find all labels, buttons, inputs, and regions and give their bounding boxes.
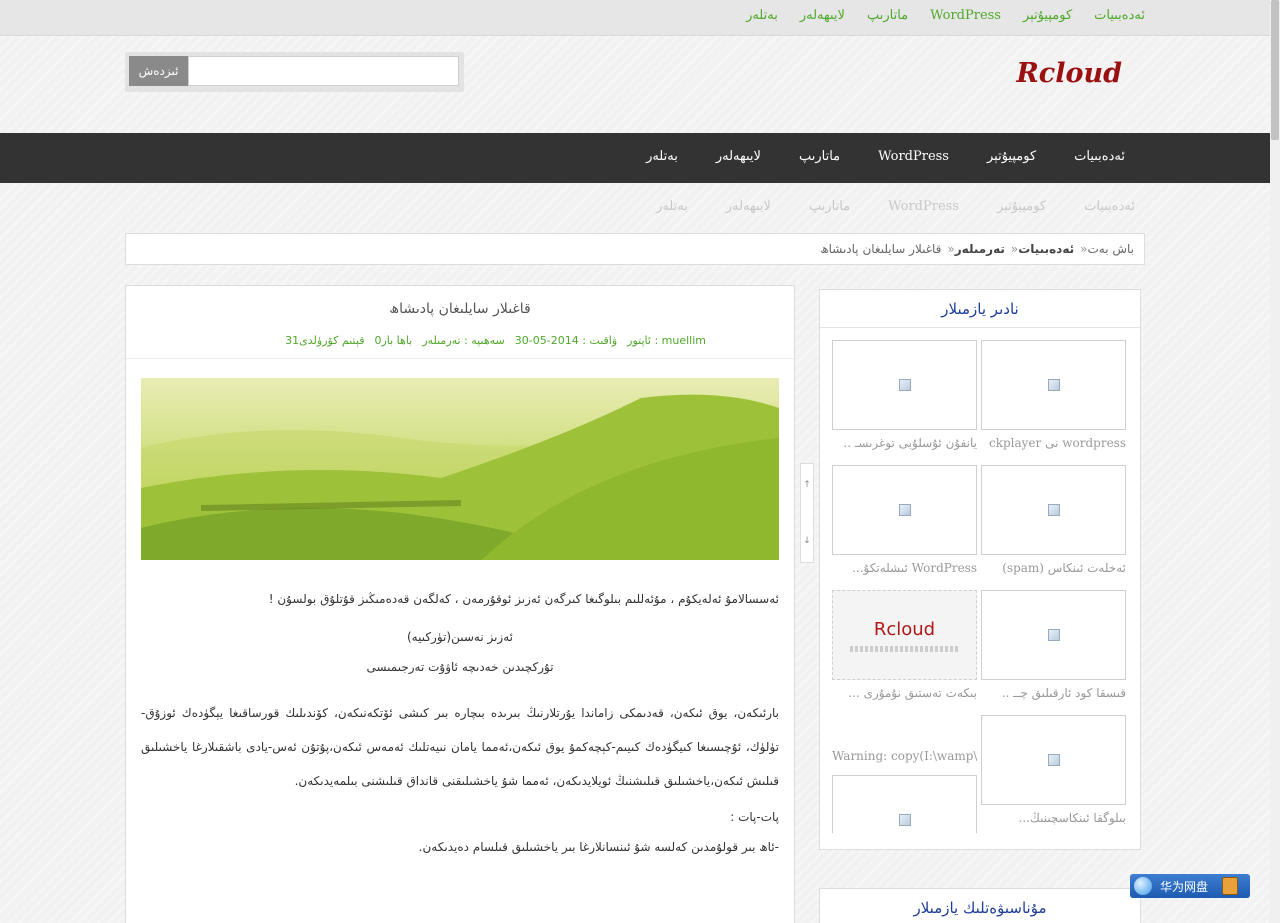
post-paragraph: پات-پات : [730, 810, 779, 824]
search-button[interactable]: ئىزدەش [129, 56, 188, 86]
post-article: قاغىلار سايلىغان پادىشاھ ئاپتور : muelli… [125, 285, 795, 923]
thumbnail-text-lines [849, 645, 960, 652]
thumbnail [832, 775, 977, 833]
broken-image-icon [898, 814, 911, 826]
breadcrumb-home[interactable]: باش بەت [1087, 242, 1134, 256]
top-links: ئەدەبىيات كومپيۇتېر WordPress ماتارىپ لا… [746, 8, 1145, 23]
breadcrumb-separator: » [947, 242, 955, 256]
featured-posts-widget: نادىر يازمىلار wordpress نى ckplayer يان… [819, 289, 1141, 850]
featured-caption: بىكەت تەستىق نۇمۇرى ... [848, 686, 977, 700]
arrow-down-icon[interactable]: ↓ [803, 536, 811, 546]
breadcrumb: باش بەت » ئەدەبىيات » تەرمىلەر » قاغىلار… [125, 233, 1145, 265]
nav-item-computer[interactable]: كومپيۇتېر [987, 149, 1036, 164]
post-subtitle: ئەزىز نەسىن(تۈركىيە) [406, 630, 513, 644]
thumbnail [832, 340, 977, 430]
thumbnail [981, 465, 1126, 555]
search-input[interactable] [188, 56, 459, 86]
featured-item[interactable] [832, 775, 977, 833]
broken-image-icon [1047, 754, 1060, 766]
post-paragraph: -ئاھ بىر قولۇمدىن كەلسە شۇ ئىنسانلارغا ب… [418, 840, 779, 854]
nav-shadow-item: WordPress [888, 199, 959, 214]
thumbnail: Rcloud [832, 590, 977, 680]
arrow-up-icon[interactable]: ↑ [803, 480, 811, 490]
post-views: 31قېتىم كۆرۈلدى [285, 334, 365, 347]
nav-item-wordpress[interactable]: WordPress [878, 149, 949, 164]
scrollbar-thumb[interactable] [1271, 0, 1279, 140]
top-link-literature[interactable]: ئەدەبىيات [1094, 8, 1145, 23]
widget-title: نادىر يازمىلار [820, 290, 1140, 328]
top-link-wordpress[interactable]: WordPress [930, 8, 1001, 23]
top-link-projects[interactable]: لايىھەلەر [800, 8, 845, 23]
post-date: ۋاقىت : 2014-05-30 [514, 334, 618, 347]
post-greeting: ئەسسالامۇ ئەلەيكۇم ، مۇئەللىم بىلوگىغا ك… [268, 592, 779, 606]
thumbnail [981, 590, 1126, 680]
featured-caption: قىسقا كود ئارقىلىق چــ .. [1001, 686, 1126, 700]
post-title: قاغىلار سايلىغان پادىشاھ [389, 301, 531, 317]
breadcrumb-separator: » [1080, 242, 1088, 256]
huawei-cloud-float[interactable]: 华为网盘 [1130, 874, 1250, 898]
featured-caption: WordPress ئىشلەتكۇ... [852, 561, 977, 575]
featured-caption: ئەخلەت ئىنكاس (spam) [1002, 561, 1126, 575]
hills-illustration [141, 394, 779, 560]
featured-item[interactable]: قىسقا كود ئارقىلىق چــ .. [981, 590, 1126, 700]
broken-image-icon [1047, 629, 1060, 641]
document-icon [1222, 877, 1239, 895]
breadcrumb-subcategory[interactable]: تەرمىلەر [955, 242, 1005, 256]
search-box: ئىزدەش [125, 52, 464, 92]
nav-item-literature[interactable]: ئەدەبىيات [1074, 149, 1125, 164]
nav-shadow-item: كومپيۇتېر [996, 199, 1047, 214]
nav-item-projects[interactable]: لايىھەلەر [716, 149, 761, 164]
related-posts-widget-title: مۇناسىۋەتلىك يازمىلار [819, 888, 1141, 923]
main-nav: ئەدەبىيات كومپيۇتېر WordPress ماتارىپ لا… [0, 133, 1270, 183]
nav-shadow-item: بەتلەر [656, 199, 688, 214]
broken-image-icon [898, 504, 911, 516]
nav-item-education[interactable]: ماتارىپ [799, 149, 840, 164]
top-link-pages[interactable]: بەتلەر [746, 8, 778, 23]
top-link-education[interactable]: ماتارىپ [867, 8, 908, 23]
site-logo[interactable]: Rcloud [1016, 58, 1122, 89]
top-link-computer[interactable]: كومپيۇتېر [1023, 8, 1072, 23]
featured-item[interactable]: يانفۇن ئۇسلۇبى توغرىسـ .. [832, 340, 977, 450]
post-author[interactable]: ئاپتور : muellim [627, 334, 706, 347]
featured-item[interactable]: بىلوگقا ئىنكاسچىنىڭ... [981, 715, 1126, 825]
broken-image-icon [898, 379, 911, 391]
breadcrumb-category[interactable]: ئەدەبىيات [1018, 242, 1074, 256]
thumbnail [981, 715, 1126, 805]
featured-caption: بىلوگقا ئىنكاسچىنىڭ... [1018, 811, 1126, 825]
side-scroll-arrows[interactable]: ↑ ↓ [800, 463, 814, 563]
featured-item[interactable]: ئەخلەت ئىنكاس (spam) [981, 465, 1126, 575]
breadcrumb-separator: » [1010, 242, 1019, 256]
nav-shadow-item: لايىھەلەر [725, 199, 771, 214]
featured-grid: wordpress نى ckplayer يانفۇن ئۇسلۇبى توغ… [832, 340, 1126, 833]
post-category[interactable]: سەھىپە : تەرمىلەر [422, 334, 504, 347]
broken-image-icon [1047, 379, 1060, 391]
huawei-logo-icon [1134, 877, 1152, 895]
nav-shadow-item: ماتارىپ [808, 199, 851, 214]
nav-item-pages[interactable]: بەتلەر [646, 149, 678, 164]
post-paragraph: بارئىكەن، يوق ئىكەن، قەدىمكى زاماندا يۇر… [141, 706, 779, 788]
post-banner-image [141, 378, 779, 560]
featured-item[interactable]: Warning: copy(I:\wamp\v [832, 715, 977, 763]
featured-item[interactable]: wordpress نى ckplayer [981, 340, 1126, 450]
thumbnail [832, 465, 977, 555]
featured-caption: يانفۇن ئۇسلۇبى توغرىسـ .. [843, 436, 977, 450]
featured-caption: Warning: copy(I:\wamp\v [832, 749, 977, 763]
featured-caption: wordpress نى ckplayer [988, 436, 1126, 450]
post-content: ئەسسالامۇ ئەلەيكۇم ، مۇئەللىم بىلوگىغا ك… [141, 588, 779, 874]
nav-shadow: ئەدەبىيات كومپيۇتېر WordPress ماتارىپ لا… [656, 199, 1135, 214]
featured-item[interactable]: Rcloud بىكەت تەستىق نۇمۇرى ... [832, 590, 977, 700]
post-translator: تۇركچىدىن خەدىچە ئاۋۇت تەرجىمىسى [366, 660, 554, 674]
rcloud-logo: Rcloud [873, 618, 936, 640]
nav-shadow-item: ئەدەبىيات [1084, 199, 1135, 214]
post-comments[interactable]: 0باھا بار [374, 334, 412, 347]
thumbnail [981, 340, 1126, 430]
top-links-bar: ئەدەبىيات كومپيۇتېر WordPress ماتارىپ لا… [0, 0, 1270, 36]
post-meta: ئاپتور : muellim ۋاقىت : 2014-05-30 سەھى… [285, 334, 706, 347]
scrollbar[interactable] [1270, 0, 1280, 923]
breadcrumb-current: قاغىلار سايلىغان پادىشاھ [820, 242, 942, 256]
huawei-label: 华为网盘 [1160, 879, 1209, 894]
meta-divider [126, 358, 794, 359]
broken-image-icon [1047, 504, 1060, 516]
featured-item[interactable]: WordPress ئىشلەتكۇ... [832, 465, 977, 575]
